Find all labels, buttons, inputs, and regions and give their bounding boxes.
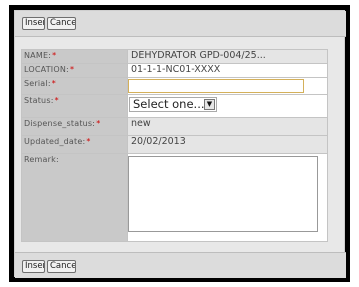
status-select[interactable]: Select one... ▼: [129, 97, 217, 113]
dispense-status-value: new: [127, 116, 328, 136]
status-row: Status:* Select one... ▼: [21, 94, 328, 118]
remark-label: Remark:: [21, 153, 128, 242]
serial-input[interactable]: [128, 78, 304, 93]
bottom-button-bar: Insert Cancel: [15, 252, 346, 278]
updated-date-row: Updated_date:* 20/02/2013: [21, 134, 328, 155]
required-marker: *: [52, 51, 57, 60]
required-marker: *: [51, 78, 56, 88]
updated-date-label: Updated_date:*: [21, 134, 128, 155]
required-marker: *: [86, 136, 91, 146]
updated-date-value: 20/02/2013: [127, 134, 328, 155]
name-value: DEHYDRATOR GPD-004/25...: [127, 49, 328, 64]
dispense-status-row: Dispense_status:* new: [21, 116, 328, 136]
location-label: LOCATION:*: [21, 62, 128, 78]
insert-button-top[interactable]: Insert: [22, 17, 45, 30]
record-form: NAME:* DEHYDRATOR GPD-004/25... LOCATION…: [21, 49, 328, 242]
dispense-status-label: Dispense_status:*: [21, 116, 128, 136]
insert-button-bottom[interactable]: Insert: [22, 260, 45, 273]
serial-label: Serial:*: [21, 76, 128, 96]
serial-row: Serial:*: [21, 76, 328, 96]
required-marker: *: [69, 64, 75, 74]
dialog-frame: Insert Cancel NAME:* DEHYDRATOR GPD-004/…: [9, 5, 350, 282]
cancel-button-top[interactable]: Cancel: [47, 17, 76, 30]
required-marker: *: [96, 118, 101, 128]
location-value: 01-1-1-NC01-XXXX: [127, 62, 328, 78]
name-label: NAME:*: [21, 49, 128, 64]
location-row: LOCATION:* 01-1-1-NC01-XXXX: [21, 62, 328, 78]
status-selected-value: Select one...: [133, 97, 205, 112]
chevron-down-icon[interactable]: ▼: [204, 99, 215, 111]
form-panel: Insert Cancel NAME:* DEHYDRATOR GPD-004/…: [14, 10, 346, 278]
required-marker: *: [54, 96, 59, 106]
top-button-bar: Insert Cancel: [15, 11, 346, 37]
status-label: Status:*: [21, 94, 128, 118]
remark-textarea[interactable]: [128, 156, 318, 233]
cancel-button-bottom[interactable]: Cancel: [47, 260, 76, 273]
remark-row: Remark:: [21, 153, 328, 242]
name-row: NAME:* DEHYDRATOR GPD-004/25...: [21, 49, 328, 64]
